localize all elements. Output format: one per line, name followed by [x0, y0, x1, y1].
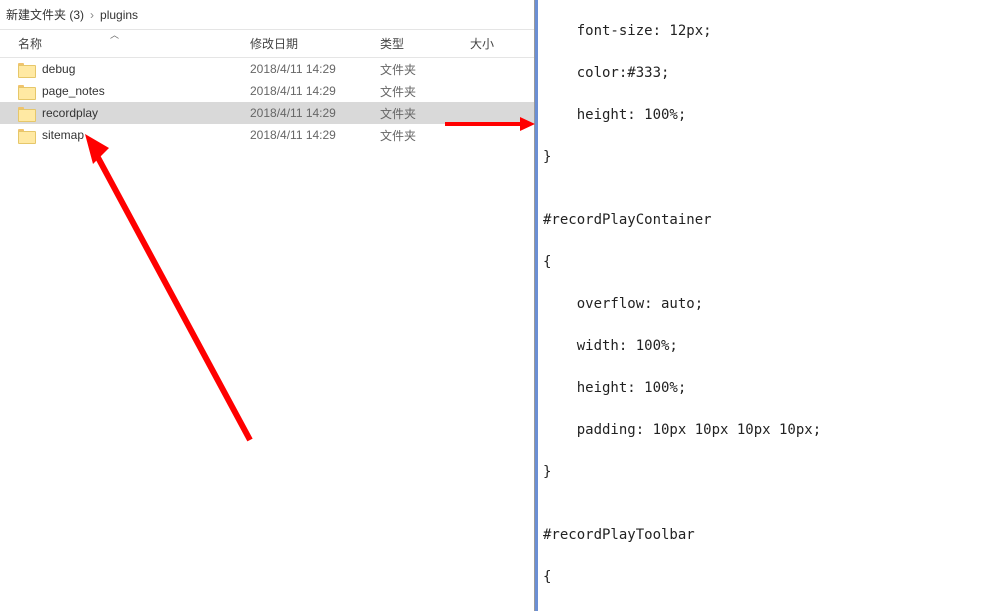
column-header-name[interactable]: 名称	[0, 35, 250, 52]
code-line: font-size: 12px;	[543, 21, 992, 42]
row-type-cell: 文件夹	[380, 61, 470, 78]
table-row[interactable]: page_notes 2018/4/11 14:29文件夹	[0, 80, 534, 102]
row-date-cell: 2018/4/11 14:29	[250, 128, 380, 142]
column-header-type[interactable]: 类型	[380, 35, 470, 52]
row-date-cell: 2018/4/11 14:29	[250, 62, 380, 76]
code-line: padding: 10px 10px 10px 10px;	[543, 420, 992, 441]
column-header-size[interactable]: 大小	[470, 35, 520, 52]
breadcrumb-folder[interactable]: 新建文件夹 (3)	[6, 6, 84, 23]
row-type-cell: 文件夹	[380, 83, 470, 100]
table-row[interactable]: recordplay 2018/4/11 14:29文件夹	[0, 102, 534, 124]
table-row[interactable]: debug 2018/4/11 14:29文件夹	[0, 58, 534, 80]
row-name-cell: page_notes	[0, 84, 250, 98]
folder-icon	[18, 63, 34, 76]
row-date-cell: 2018/4/11 14:29	[250, 84, 380, 98]
folder-icon	[18, 85, 34, 98]
code-line: height: 100%;	[543, 378, 992, 399]
row-type-cell: 文件夹	[380, 105, 470, 122]
code-line: }	[543, 147, 992, 168]
code-line: #recordPlayToolbar	[543, 525, 992, 546]
row-name-cell: debug	[0, 62, 250, 76]
code-line: #recordPlayContainer	[543, 210, 992, 231]
row-name-cell: sitemap	[0, 128, 250, 142]
row-type-cell: 文件夹	[380, 127, 470, 144]
table-row[interactable]: sitemap 2018/4/11 14:29文件夹	[0, 124, 534, 146]
file-name: debug	[42, 62, 75, 76]
row-date-cell: 2018/4/11 14:29	[250, 106, 380, 120]
file-list: debug2018/4/11 14:29文件夹page_notes2018/4/…	[0, 58, 534, 146]
breadcrumb[interactable]: 新建文件夹 (3) › plugins	[0, 0, 534, 30]
pane-divider[interactable]	[535, 0, 538, 611]
code-line: width: 100%;	[543, 336, 992, 357]
sort-caret-icon: ︿	[110, 28, 119, 41]
code-editor-pane[interactable]: font-size: 12px; color:#333; height: 100…	[535, 0, 1000, 611]
row-name-cell: recordplay	[0, 106, 250, 120]
code-line: }	[543, 462, 992, 483]
annotation-arrow-diagonal	[75, 130, 265, 450]
breadcrumb-current[interactable]: plugins	[100, 8, 138, 22]
folder-icon	[18, 129, 34, 142]
code-line: height: 100%;	[543, 105, 992, 126]
code-line: overflow: auto;	[543, 294, 992, 315]
folder-icon	[18, 107, 34, 120]
file-name: page_notes	[42, 84, 105, 98]
code-line: {	[543, 567, 992, 588]
column-header-date[interactable]: 修改日期	[250, 35, 380, 52]
file-explorer-pane: 新建文件夹 (3) › plugins ︿ 名称 修改日期 类型 大小 debu…	[0, 0, 535, 611]
code-line: {	[543, 252, 992, 273]
column-header-row: ︿ 名称 修改日期 类型 大小	[0, 30, 534, 58]
code-line: color:#333;	[543, 63, 992, 84]
breadcrumb-separator: ›	[90, 8, 94, 22]
file-name: sitemap	[42, 128, 84, 142]
file-name: recordplay	[42, 106, 98, 120]
